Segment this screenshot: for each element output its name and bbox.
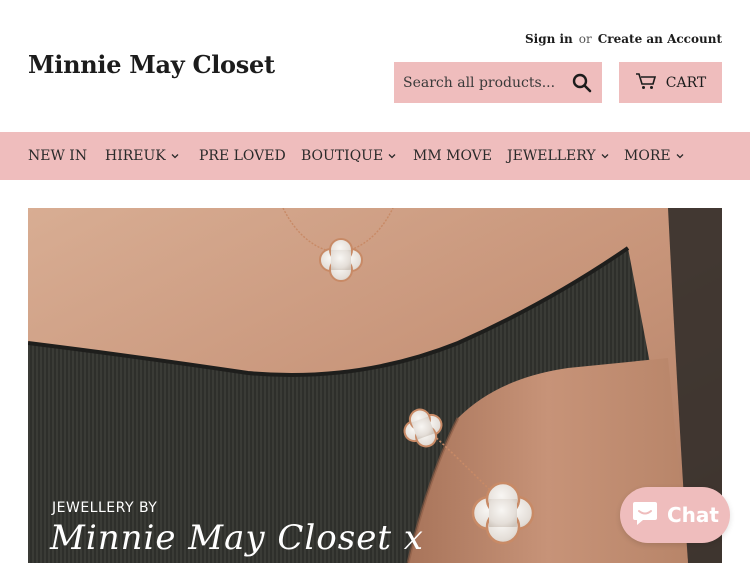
search-icon[interactable] (572, 73, 592, 93)
nav-item-pre-loved[interactable]: PRE LOVED (199, 132, 286, 180)
nav-item-new-in[interactable]: NEW IN (28, 132, 87, 180)
site-logo[interactable]: Minnie May Closet (28, 50, 275, 79)
cart-button[interactable]: CART (619, 62, 722, 103)
nav-item-boutique[interactable]: BOUTIQUE (301, 132, 396, 180)
cart-label: CART (665, 74, 707, 91)
cart-icon (635, 72, 657, 94)
chevron-down-icon (601, 154, 609, 159)
main-nav: NEW IN HIREUK PRE LOVED BOUTIQUE MM MOVE… (0, 132, 750, 180)
nav-item-hireuk[interactable]: HIREUK (105, 132, 179, 180)
or-text: or (578, 32, 592, 46)
chat-button[interactable]: Chat (620, 487, 730, 543)
chevron-down-icon (388, 154, 396, 159)
nav-item-more[interactable]: MORE (624, 132, 684, 180)
hero-banner[interactable]: JEWELLERY BY Minnie May Closet x (28, 208, 722, 563)
chat-label: Chat (667, 503, 719, 527)
hero-heading: JEWELLERY BY (52, 500, 158, 516)
sign-in-link[interactable]: Sign in (525, 32, 573, 46)
nav-label: PRE LOVED (199, 148, 286, 164)
nav-label: JEWELLERY (507, 148, 596, 164)
nav-label: HIREUK (105, 148, 166, 164)
nav-label: BOUTIQUE (301, 148, 384, 164)
nav-label: NEW IN (28, 148, 88, 164)
create-account-link[interactable]: Create an Account (598, 32, 722, 46)
nav-item-mm-move[interactable]: MM MOVE (413, 132, 492, 180)
search-input[interactable] (394, 74, 554, 91)
chevron-down-icon (676, 154, 684, 159)
nav-item-jewellery[interactable]: JEWELLERY (507, 132, 609, 180)
account-links: Sign in or Create an Account (525, 32, 722, 46)
chat-bubble-icon (631, 500, 659, 531)
nav-label: MORE (624, 148, 671, 164)
chevron-down-icon (171, 154, 179, 159)
hero-script-text: Minnie May Closet x (50, 518, 424, 558)
search-box (394, 62, 602, 103)
nav-label: MM MOVE (413, 148, 493, 164)
